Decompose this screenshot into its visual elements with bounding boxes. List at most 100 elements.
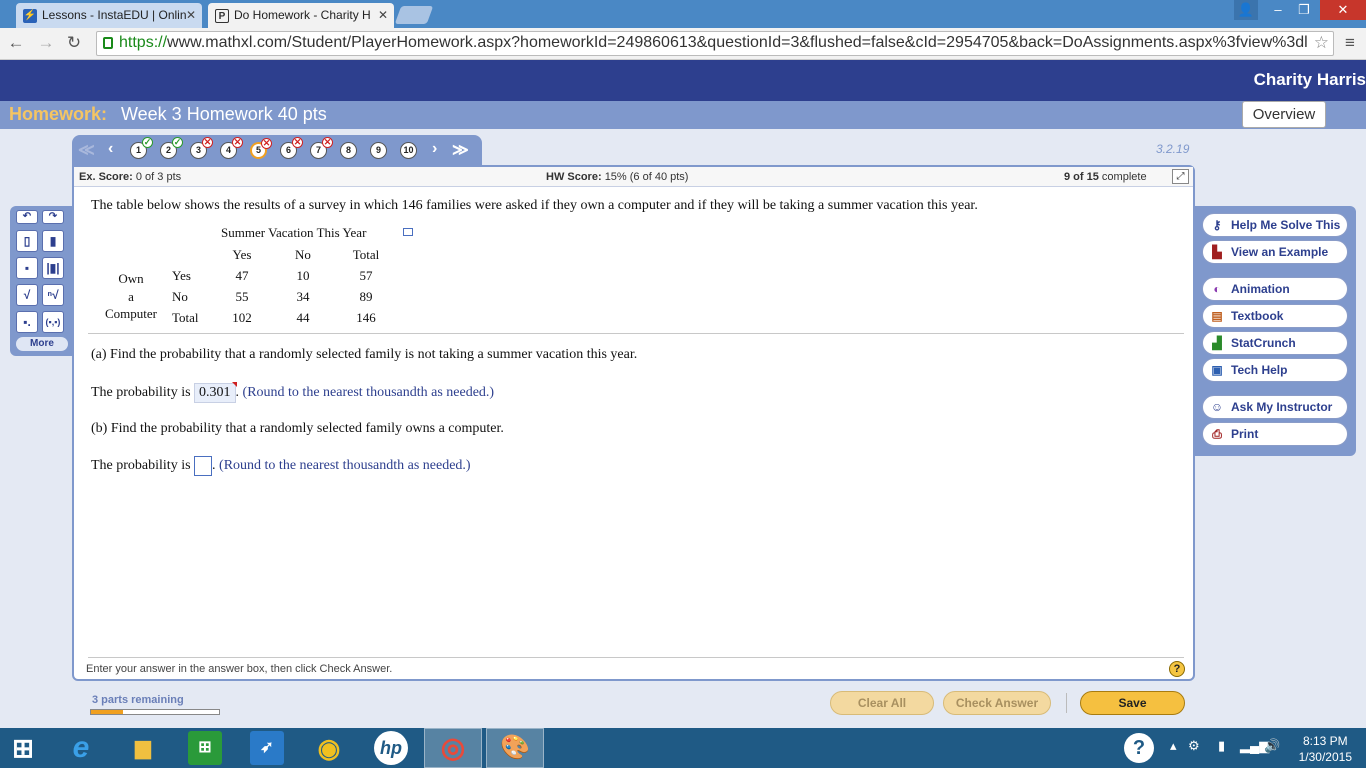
- rocket-app-icon[interactable]: ➶: [250, 731, 284, 765]
- tab-title: Do Homework - Charity H: [234, 8, 371, 22]
- divider: [88, 657, 1184, 658]
- check-answer-button[interactable]: Check Answer: [943, 691, 1051, 715]
- file-explorer-icon[interactable]: ▆: [126, 731, 160, 765]
- question-8-button[interactable]: 8: [340, 142, 357, 159]
- fraction-icon[interactable]: ▯: [16, 230, 38, 252]
- decimal-icon[interactable]: ▪.: [16, 311, 38, 333]
- undo-icon[interactable]: ↶: [16, 210, 38, 224]
- question-2-button[interactable]: 2 ✓: [160, 137, 183, 159]
- help-icon[interactable]: ?: [1124, 733, 1154, 763]
- tab-do-homework[interactable]: P Do Homework - Charity H ✕: [208, 3, 394, 28]
- ex-score-value: 0 of 3 pts: [135, 171, 182, 183]
- question-help-icon[interactable]: ?: [1169, 661, 1185, 677]
- question-3-button[interactable]: 3 ✕: [190, 137, 213, 159]
- part-a-answer-box[interactable]: 0.301: [194, 382, 237, 403]
- address-bar[interactable]: https://www.mathxl.com/Student/PlayerHom…: [96, 31, 1334, 56]
- first-question-icon[interactable]: ≪: [78, 140, 95, 160]
- example-icon: ▙: [1212, 245, 1222, 259]
- restore-button[interactable]: ❐: [1292, 0, 1316, 20]
- textbook-button[interactable]: ▤ Textbook: [1202, 304, 1348, 328]
- hp-icon[interactable]: hp: [374, 731, 408, 765]
- volume-icon[interactable]: 🔊: [1264, 738, 1280, 754]
- user-icon[interactable]: 👤: [1234, 0, 1258, 20]
- question-5-button[interactable]: 5 ✕: [250, 138, 272, 159]
- statcrunch-button[interactable]: ▟ StatCrunch: [1202, 331, 1348, 355]
- help-button-label: Textbook: [1231, 309, 1284, 323]
- store-icon[interactable]: ⊞: [188, 731, 222, 765]
- person-icon: ☺: [1210, 400, 1224, 414]
- part-b-answer-input[interactable]: [194, 456, 213, 476]
- square-root-icon[interactable]: √: [16, 284, 38, 306]
- view-example-button[interactable]: ▙ View an Example: [1202, 240, 1348, 264]
- absolute-value-icon[interactable]: |▮|: [42, 257, 64, 279]
- help-button-label: Print: [1231, 427, 1259, 441]
- close-window-button[interactable]: ✕: [1320, 0, 1366, 20]
- mixed-number-icon[interactable]: ▮: [42, 230, 64, 252]
- new-tab-button[interactable]: [394, 6, 434, 24]
- save-button[interactable]: Save: [1080, 691, 1185, 715]
- clear-all-button[interactable]: Clear All: [830, 691, 934, 715]
- question-panel: Ex. Score: 0 of 3 pts HW Score: 15% (6 o…: [72, 165, 1195, 681]
- url-scheme: https://: [119, 34, 168, 51]
- close-icon[interactable]: ✕: [378, 8, 388, 22]
- redo-icon[interactable]: ↷: [42, 210, 64, 224]
- question-10-button[interactable]: 10: [400, 142, 417, 159]
- battery-icon[interactable]: ▮: [1218, 738, 1225, 754]
- expand-icon[interactable]: ⤢: [1172, 169, 1189, 184]
- tray-expand-icon[interactable]: ▴: [1170, 738, 1177, 754]
- tab-instaedu[interactable]: ⚡ Lessons - InstaEDU | Onlin ✕: [16, 3, 202, 28]
- question-4-button[interactable]: 4 ✕: [220, 137, 243, 159]
- chrome-icon[interactable]: ◎: [436, 731, 470, 765]
- close-icon[interactable]: ✕: [186, 8, 196, 22]
- overview-button[interactable]: Overview: [1242, 101, 1326, 128]
- help-panel: ⚷ Help Me Solve This ▙ View an Example ◐ An…: [1195, 206, 1356, 456]
- part-a-prefix: The probability is: [91, 385, 191, 400]
- part-b-prefix: The probability is: [91, 458, 191, 474]
- section-id: 3.2.19: [1156, 142, 1190, 156]
- exponent-icon[interactable]: ▪: [16, 257, 38, 279]
- back-icon[interactable]: ←: [6, 33, 26, 53]
- internet-explorer-icon[interactable]: e: [64, 731, 98, 765]
- ask-instructor-button[interactable]: ☺ Ask My Instructor: [1202, 395, 1348, 419]
- ex-score-label: Ex. Score:: [79, 171, 133, 183]
- system-clock[interactable]: 8:13 PM 1/30/2015: [1299, 733, 1352, 765]
- forward-icon[interactable]: →: [36, 33, 56, 53]
- ordered-pair-icon[interactable]: (▪,▪): [42, 311, 64, 333]
- round-note: (Round to the nearest thousandth as need…: [242, 385, 495, 400]
- question-1-button[interactable]: 1 ✓: [130, 137, 153, 159]
- previous-question-icon[interactable]: ‹: [108, 140, 113, 158]
- print-button[interactable]: ⎙ Print: [1202, 422, 1348, 446]
- question-6-button[interactable]: 6 ✕: [280, 137, 303, 159]
- question-9-button[interactable]: 9: [370, 142, 387, 159]
- minimize-button[interactable]: –: [1266, 0, 1290, 20]
- question-7-button[interactable]: 7 ✕: [310, 137, 333, 159]
- help-me-solve-button[interactable]: ⚷ Help Me Solve This: [1202, 213, 1348, 237]
- help-button-label: Animation: [1231, 282, 1290, 296]
- windows-start-icon[interactable]: ⊞: [6, 731, 40, 765]
- tech-help-button[interactable]: ▣ Tech Help: [1202, 358, 1348, 382]
- hw-score-label: HW Score:: [546, 171, 602, 183]
- table-cell: 102: [232, 310, 252, 325]
- tab-title: Lessons - InstaEDU | Onlin: [42, 8, 187, 22]
- help-button-label: View an Example: [1231, 245, 1329, 259]
- table-popout-icon[interactable]: [403, 228, 413, 236]
- round-note: (Round to the nearest thousandth as need…: [219, 458, 471, 474]
- paint-icon[interactable]: 🎨: [498, 731, 532, 765]
- nth-root-icon[interactable]: ⁿ√: [42, 284, 64, 306]
- next-question-icon[interactable]: ›: [432, 140, 437, 158]
- menu-icon[interactable]: ≡: [1340, 33, 1360, 53]
- last-question-icon[interactable]: ≫: [452, 140, 469, 160]
- animation-button[interactable]: ◐ Animation: [1202, 277, 1348, 301]
- part-b-question: (b) Find the probability that a randomly…: [91, 421, 504, 436]
- table-row-group: a: [128, 289, 134, 304]
- tray-app-icon[interactable]: ⚙: [1188, 738, 1200, 754]
- lock-icon: [103, 37, 113, 49]
- hw-score-value: 15% (6 of 40 pts): [604, 171, 689, 183]
- site-header: Charity Harris: [0, 60, 1366, 101]
- more-tools-button[interactable]: More: [16, 337, 68, 351]
- key-icon: ⚷: [1212, 218, 1222, 232]
- check-icon: ✓: [172, 137, 183, 148]
- bookmark-star-icon[interactable]: ☆: [1314, 33, 1329, 53]
- reload-icon[interactable]: ↻: [64, 33, 84, 53]
- media-app-icon[interactable]: ◉: [312, 731, 346, 765]
